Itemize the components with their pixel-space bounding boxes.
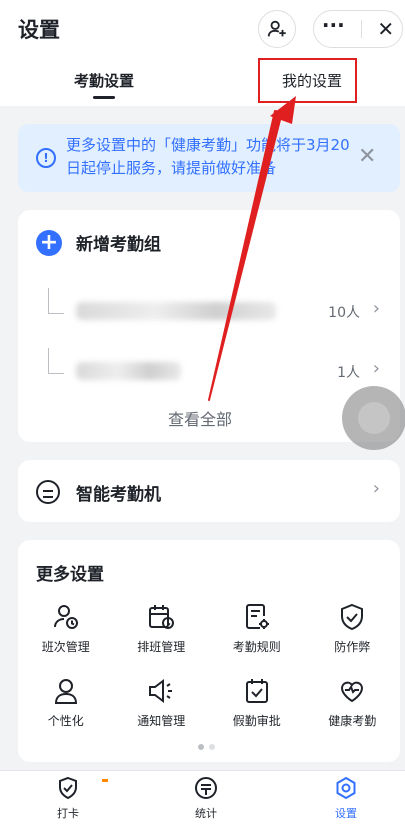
stats-icon bbox=[195, 777, 217, 799]
nav-checkin[interactable]: 打卡 bbox=[28, 775, 108, 821]
more-settings-title: 更多设置 bbox=[36, 565, 104, 585]
person-icon bbox=[54, 679, 77, 704]
grid-label: 考勤规则 bbox=[232, 640, 281, 654]
anti-cheat-button[interactable]: 防作弊 bbox=[305, 602, 401, 664]
page-indicator bbox=[198, 744, 215, 750]
group-member-count: 10人 bbox=[328, 305, 360, 321]
capsule-menu: ··· ✕ bbox=[313, 10, 403, 48]
page-title: 设置 bbox=[18, 18, 60, 42]
chevron-right-icon: › bbox=[372, 478, 380, 499]
nav-stats[interactable]: 统计 bbox=[166, 775, 246, 821]
bottom-nav: 打卡 统计 设置 bbox=[0, 770, 405, 828]
floating-assistive-button[interactable] bbox=[342, 386, 405, 450]
grid-label: 健康考勤 bbox=[328, 714, 377, 728]
megaphone-icon bbox=[149, 679, 173, 703]
notice-banner: ! 更多设置中的「健康考勤」功能将于3月20日起停止服务，请提前做好准备 ✕ bbox=[18, 124, 400, 192]
page-dot bbox=[209, 744, 215, 750]
smart-machine-label: 智能考勤机 bbox=[76, 485, 161, 505]
nav-label: 设置 bbox=[335, 807, 357, 820]
group-row[interactable]: 1人 › bbox=[18, 348, 400, 398]
shield-icon bbox=[341, 603, 364, 631]
grid-label: 排班管理 bbox=[137, 640, 186, 654]
approval-icon bbox=[245, 679, 268, 703]
leave-approval-button[interactable]: 假勤审批 bbox=[209, 676, 305, 738]
grid-label: 防作弊 bbox=[334, 640, 371, 654]
top-bar: 设置 ··· ✕ 考勤设置 我的设置 bbox=[0, 0, 405, 106]
tab-attendance-settings[interactable]: 考勤设置 bbox=[74, 70, 134, 91]
settings-gear-icon bbox=[336, 776, 356, 800]
floating-ball-inner bbox=[358, 402, 390, 434]
add-group-button[interactable]: 新增考勤组 bbox=[76, 230, 161, 255]
capsule-divider bbox=[360, 20, 362, 38]
personalize-button[interactable]: 个性化 bbox=[18, 676, 114, 738]
orange-indicator bbox=[102, 779, 108, 782]
view-all-link[interactable]: 查看全部 bbox=[18, 406, 382, 430]
tree-branch-line bbox=[48, 288, 64, 314]
nav-label: 统计 bbox=[195, 807, 217, 820]
chevron-right-icon: › bbox=[372, 298, 380, 319]
tree-branch-line bbox=[48, 348, 64, 374]
more-dots-icon[interactable]: ··· bbox=[322, 15, 345, 35]
grid-label: 班次管理 bbox=[41, 640, 90, 654]
attendance-rules-button[interactable]: 考勤规则 bbox=[209, 602, 305, 664]
notice-text: 更多设置中的「健康考勤」功能将于3月20日起停止服务，请提前做好准备 bbox=[66, 136, 350, 177]
nav-label: 打卡 bbox=[57, 807, 79, 820]
notification-management-button[interactable]: 通知管理 bbox=[114, 676, 210, 738]
add-person-icon bbox=[267, 20, 286, 37]
blurred-group-name bbox=[76, 362, 181, 380]
checkin-icon bbox=[59, 776, 77, 800]
annotation-highlight-box bbox=[258, 58, 357, 103]
info-icon: ! bbox=[36, 148, 56, 168]
grid-label: 通知管理 bbox=[137, 714, 186, 728]
rules-icon bbox=[245, 604, 269, 629]
group-row[interactable]: 10人 › bbox=[18, 288, 400, 338]
close-icon[interactable]: ✕ bbox=[377, 19, 394, 39]
grid-label: 个性化 bbox=[47, 714, 84, 728]
shift-icon bbox=[53, 605, 78, 629]
attendance-machine-icon bbox=[36, 480, 60, 504]
heart-icon bbox=[341, 681, 364, 703]
notice-close-icon[interactable]: ✕ bbox=[358, 144, 376, 169]
schedule-management-button[interactable]: 排班管理 bbox=[114, 602, 210, 664]
add-person-button[interactable] bbox=[258, 10, 296, 48]
add-icon[interactable]: + bbox=[36, 230, 62, 256]
chevron-right-icon: › bbox=[372, 358, 380, 379]
shift-management-button[interactable]: 班次管理 bbox=[18, 602, 114, 664]
page-dot-active bbox=[198, 744, 204, 750]
settings-grid: 班次管理 排班管理 考勤规则 防作弊 个性化 通知管理 假勤审批 健康考勤 bbox=[18, 602, 400, 738]
active-tab-indicator bbox=[93, 96, 115, 99]
health-attendance-button[interactable]: 健康考勤 bbox=[305, 676, 401, 738]
more-settings-card: 更多设置 班次管理 排班管理 考勤规则 防作弊 个性化 通知管理 假勤审批 健康… bbox=[18, 540, 400, 762]
schedule-icon bbox=[149, 605, 175, 629]
grid-label: 假勤审批 bbox=[232, 714, 281, 728]
nav-settings[interactable]: 设置 bbox=[306, 775, 386, 821]
group-member-count: 1人 bbox=[337, 365, 360, 381]
smart-machine-card[interactable]: 智能考勤机 › bbox=[18, 460, 400, 522]
blurred-group-name bbox=[76, 302, 276, 320]
